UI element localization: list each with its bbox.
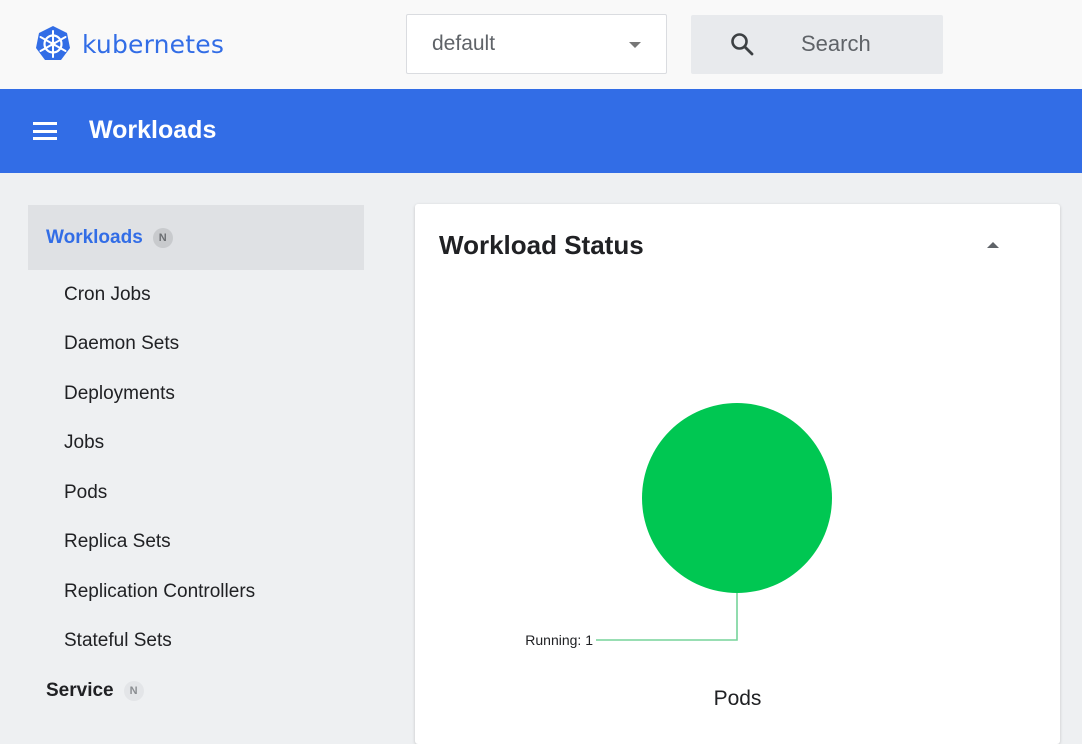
sidebar-group-label: Service	[46, 680, 114, 701]
sidebar: Workloads N Cron Jobs Daemon Sets Deploy…	[28, 205, 364, 716]
search-box[interactable]: Search	[691, 15, 943, 74]
chevron-down-icon	[629, 42, 641, 48]
page-title: Workloads	[89, 116, 217, 144]
sidebar-item-replication-controllers[interactable]: Replication Controllers	[28, 567, 364, 617]
workload-status-card: Workload Status Running: 1 Pods	[415, 204, 1060, 744]
sidebar-item-stateful-sets[interactable]: Stateful Sets	[28, 617, 364, 667]
namespaced-badge: N	[152, 227, 173, 248]
brand-name: kubernetes	[82, 29, 225, 59]
sidebar-item-pods[interactable]: Pods	[28, 468, 364, 518]
pods-pie-chart: Running: 1	[525, 403, 832, 648]
sidebar-item-jobs[interactable]: Jobs	[28, 419, 364, 469]
sidebar-group-label: Workloads	[46, 226, 143, 248]
namespace-select[interactable]: default	[406, 14, 667, 74]
search-icon	[731, 33, 754, 56]
hamburger-menu-icon[interactable]	[33, 122, 57, 140]
sidebar-item-deployments[interactable]: Deployments	[28, 369, 364, 419]
sidebar-group-service[interactable]: Service N	[28, 666, 364, 716]
chart-title: Pods	[713, 687, 762, 710]
kubernetes-logo-icon	[36, 26, 70, 60]
page-toolbar: Workloads	[0, 89, 1082, 173]
namespace-value: default	[432, 32, 496, 55]
pie-slice-label: Running: 1	[525, 632, 593, 648]
sidebar-item-replica-sets[interactable]: Replica Sets	[28, 518, 364, 568]
search-input[interactable]: Search	[801, 31, 871, 57]
pie-slice-running[interactable]	[642, 403, 832, 593]
namespaced-badge: N	[123, 681, 144, 701]
top-bar: kubernetes default Search	[0, 0, 1082, 89]
sidebar-item-cron-jobs[interactable]: Cron Jobs	[28, 270, 364, 320]
brand-logo[interactable]: kubernetes	[34, 25, 224, 63]
sidebar-group-workloads[interactable]: Workloads N	[28, 205, 364, 270]
sidebar-item-daemon-sets[interactable]: Daemon Sets	[28, 320, 364, 370]
pie-label-leader-line	[596, 593, 738, 641]
